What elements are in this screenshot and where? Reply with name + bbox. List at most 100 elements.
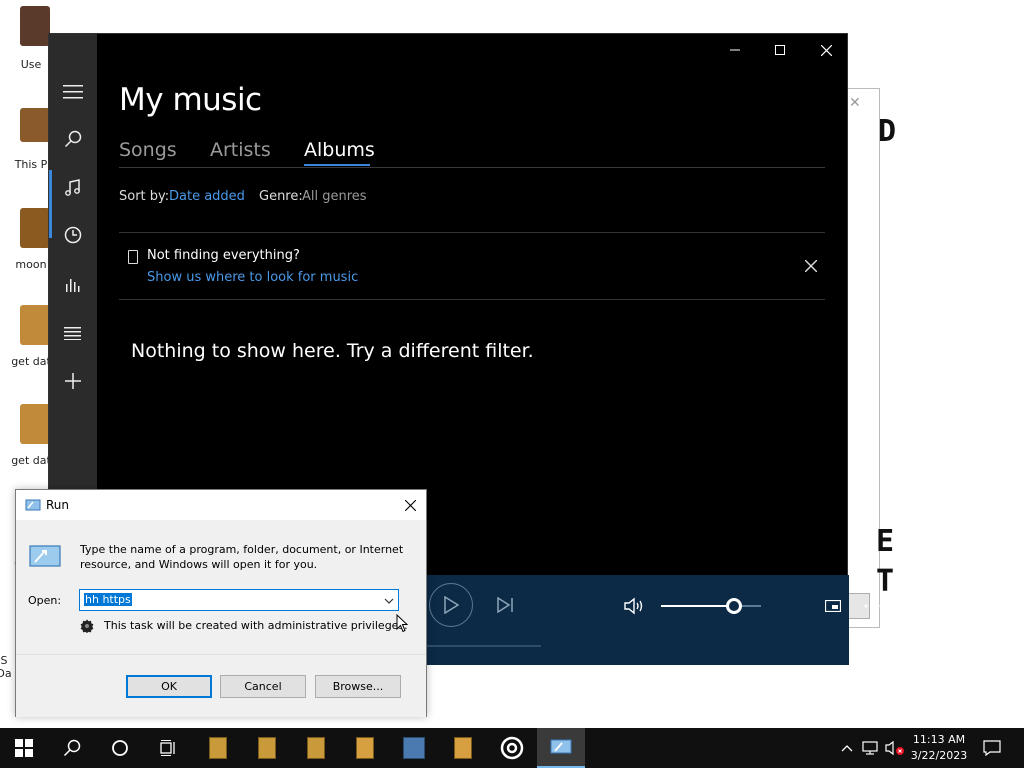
tab-albums[interactable]: Albums (304, 139, 375, 161)
music-note-icon[interactable] (49, 168, 97, 208)
document-icon (258, 737, 276, 759)
volume-slider[interactable] (661, 605, 761, 607)
taskbar-app-6[interactable] (439, 728, 487, 768)
archive-icon (20, 208, 50, 248)
mini-view-icon[interactable] (822, 595, 844, 617)
background-text: D (878, 114, 897, 149)
empty-state-message: Nothing to show here. Try a different fi… (131, 340, 534, 362)
maximize-button[interactable] (757, 34, 803, 66)
open-label: Open: (28, 594, 62, 607)
taskbar-app-2[interactable] (243, 728, 291, 768)
play-button[interactable] (429, 583, 473, 627)
taskbar-app-5[interactable] (390, 728, 438, 768)
taskbar-search-button[interactable] (48, 728, 96, 768)
run-titlebar[interactable]: Run (16, 490, 426, 520)
run-command-text: hh https (84, 593, 132, 606)
admin-shield-icon (80, 619, 94, 633)
folder-icon (20, 6, 50, 46)
background-text: E (876, 524, 895, 559)
desktop: Use This P moon get dat get dat ge S Da … (0, 0, 1024, 728)
progress-track (427, 645, 541, 647)
volume-muted-icon (885, 740, 904, 756)
installer-icon (403, 737, 425, 759)
more-options-icon[interactable] (861, 595, 883, 617)
taskbar-groove-music[interactable] (488, 728, 536, 768)
volume-fill (661, 605, 734, 607)
charts-icon[interactable] (49, 264, 97, 304)
next-track-icon[interactable] (493, 593, 517, 617)
background-text: T (876, 564, 895, 599)
run-dialog: Run Type the name of a program, folder, … (15, 489, 427, 717)
genre-dropdown[interactable]: All genres (302, 189, 367, 204)
volume-icon[interactable] (623, 595, 647, 617)
notice-divider (119, 232, 825, 233)
search-icon[interactable] (49, 119, 97, 159)
notification-icon (983, 740, 1001, 756)
notice-close-icon[interactable] (801, 256, 821, 276)
document-icon (307, 737, 325, 759)
minimize-button[interactable] (712, 34, 758, 66)
tab-divider (119, 167, 825, 168)
clock-date: 3/22/2023 (910, 749, 968, 762)
now-playing-list-icon[interactable] (49, 313, 97, 353)
run-large-icon (29, 545, 61, 567)
search-icon (63, 739, 81, 757)
tab-songs[interactable]: Songs (119, 139, 177, 161)
ok-button[interactable]: OK (126, 675, 212, 698)
task-view-button[interactable] (144, 728, 192, 768)
task-view-icon (160, 740, 175, 756)
clock-icon[interactable] (49, 215, 97, 255)
browse-button[interactable]: Browse... (315, 675, 401, 698)
run-title: Run (46, 498, 70, 512)
network-tray[interactable] (860, 728, 882, 768)
taskbar-app-1[interactable] (194, 728, 242, 768)
playback-bar (427, 575, 880, 665)
chevron-up-icon (841, 745, 853, 752)
document-icon (20, 305, 50, 345)
notice-divider (119, 299, 825, 300)
document-icon (20, 404, 50, 444)
run-close-button[interactable] (400, 495, 420, 515)
cancel-button[interactable]: Cancel (220, 675, 306, 698)
taskbar-run[interactable] (537, 728, 585, 768)
cortana-button[interactable] (96, 728, 144, 768)
network-icon (862, 741, 878, 755)
add-icon[interactable] (49, 361, 97, 401)
action-center-button[interactable] (978, 728, 1006, 768)
sort-dropdown[interactable]: Date added (169, 189, 245, 204)
windows-logo-icon (15, 739, 33, 757)
close-icon[interactable]: ✕ (849, 95, 861, 111)
groove-music-icon (500, 736, 524, 760)
run-command-input[interactable]: hh https (79, 589, 399, 611)
admin-note: This task will be created with administr… (104, 619, 408, 632)
notice-link[interactable]: Show us where to look for music (147, 270, 358, 285)
page-title: My music (119, 82, 262, 118)
taskbar-app-3[interactable] (292, 728, 340, 768)
archive-icon (454, 737, 472, 759)
document-icon (209, 737, 227, 759)
sort-label: Sort by: (119, 189, 170, 204)
hamburger-menu-icon[interactable] (49, 72, 97, 112)
run-app-icon (550, 739, 572, 754)
tab-artists[interactable]: Artists (210, 139, 271, 161)
start-button[interactable] (0, 728, 48, 768)
genre-label: Genre: (259, 189, 303, 204)
mouse-cursor-icon (396, 614, 408, 633)
run-app-icon (25, 499, 41, 511)
computer-icon (20, 108, 50, 142)
close-button[interactable] (803, 34, 849, 66)
clock-time: 11:13 AM (912, 733, 966, 746)
archive-icon (356, 737, 374, 759)
desktop-icon-label: S Da (0, 654, 12, 680)
cortana-circle-icon (112, 740, 128, 756)
notice-title: Not finding everything? (147, 248, 300, 263)
run-description: Type the name of a program, folder, docu… (80, 543, 404, 571)
taskbar-app-4[interactable] (341, 728, 389, 768)
taskbar-clock[interactable]: 11:13 AM 3/22/2023 (903, 732, 975, 764)
active-tab-underline (304, 164, 370, 166)
device-icon (128, 250, 138, 264)
show-hidden-icons-chevron[interactable] (838, 728, 856, 768)
volume-thumb[interactable] (726, 598, 742, 614)
chevron-down-icon[interactable] (382, 594, 396, 608)
taskbar: 11:13 AM 3/22/2023 (0, 728, 1024, 768)
